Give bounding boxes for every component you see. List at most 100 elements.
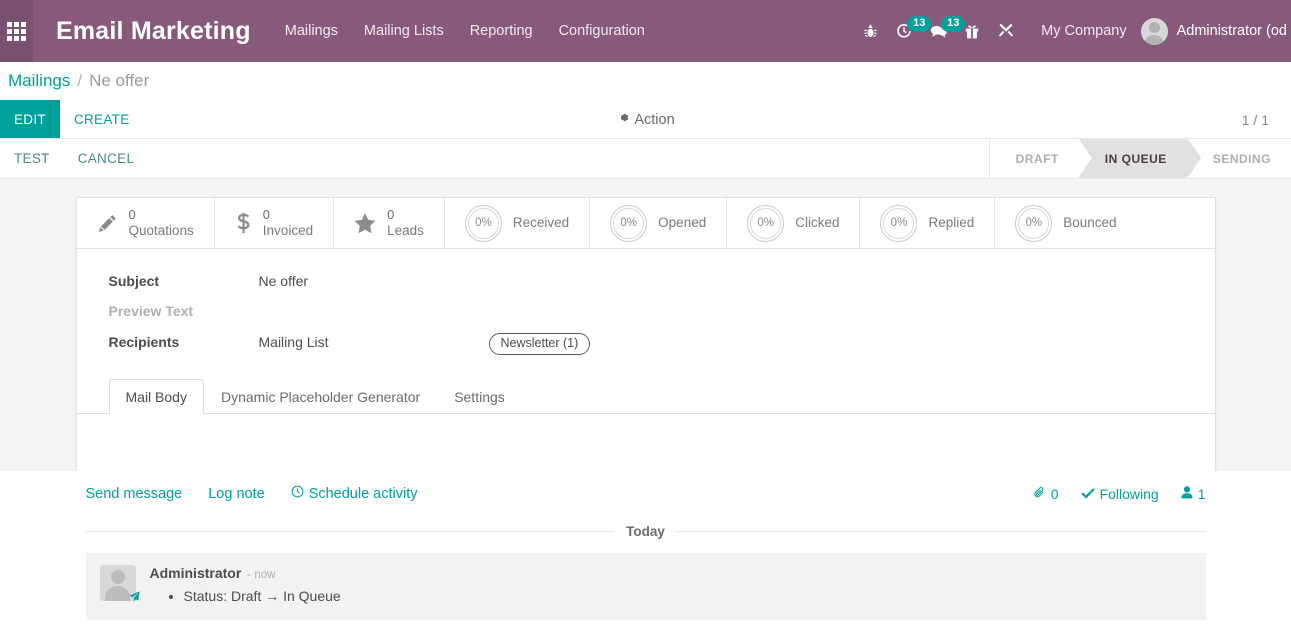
- mailing-list-tag[interactable]: Newsletter (1): [488, 333, 591, 355]
- stat-button-quotations[interactable]: 0 Quotations: [77, 198, 215, 248]
- stat-value: 0: [128, 207, 136, 223]
- stat-button-leads[interactable]: 0 Leads: [334, 198, 445, 248]
- action-menu-label: Action: [634, 111, 675, 128]
- user-menu[interactable]: Administrator (od: [1140, 17, 1291, 45]
- stat-value: 0%: [475, 217, 492, 229]
- stat-label: Clicked: [795, 215, 840, 231]
- pencil-icon: [97, 213, 118, 234]
- divider-line-left: [85, 531, 615, 532]
- status-step-in-queue[interactable]: IN QUEUE: [1078, 139, 1201, 178]
- edit-button[interactable]: EDIT: [0, 100, 60, 138]
- schedule-activity-button[interactable]: Schedule activity: [291, 485, 418, 502]
- message-author-name: Administrator - now: [149, 565, 276, 581]
- following-label: Following: [1099, 485, 1159, 502]
- user-name-label: Administrator (od: [1176, 23, 1287, 39]
- tab-dynamic-placeholder-generator[interactable]: Dynamic Placeholder Generator: [204, 379, 437, 413]
- stat-value: 0%: [1025, 217, 1043, 229]
- chatter-toolbar: Send message Log note Schedule activity …: [86, 471, 1206, 514]
- tab-panel-mail-body[interactable]: [76, 414, 1215, 474]
- stat-button-received[interactable]: 0% Received: [445, 198, 591, 248]
- followers-counter[interactable]: 1: [1181, 486, 1206, 502]
- stat-value: 0: [262, 207, 271, 223]
- action-menu[interactable]: Action: [616, 100, 675, 139]
- cancel-button[interactable]: CANCEL: [64, 139, 149, 178]
- dollar-icon: [235, 212, 252, 234]
- recipients-value[interactable]: Mailing List: [259, 334, 489, 350]
- tab-settings[interactable]: Settings: [437, 379, 522, 413]
- gift-icon[interactable]: [955, 0, 989, 62]
- grid-apps-icon: [7, 21, 26, 41]
- field-row-subject: Subject Ne offer: [109, 273, 1183, 289]
- menu-item-mailing-lists[interactable]: Mailing Lists: [364, 23, 444, 39]
- messages-chat-icon[interactable]: 13: [921, 0, 966, 62]
- attachments-counter[interactable]: 0: [1033, 486, 1059, 502]
- avatar: [1140, 17, 1168, 45]
- breadcrumb-current: Ne offer: [89, 71, 150, 90]
- attachment-count: 0: [1050, 485, 1059, 502]
- date-divider: Today: [85, 524, 1206, 539]
- stat-button-clicked[interactable]: 0% Clicked: [727, 198, 861, 248]
- create-button[interactable]: CREATE: [60, 100, 144, 138]
- tools-wrench-icon[interactable]: [989, 0, 1023, 62]
- status-step-sending[interactable]: SENDING: [1186, 139, 1291, 178]
- stat-button-replied[interactable]: 0% Replied: [860, 198, 996, 248]
- menu-item-reporting[interactable]: Reporting: [470, 23, 533, 39]
- stat-button-opened[interactable]: 0% Opened: [590, 198, 728, 248]
- message-author-avatar: [99, 565, 140, 602]
- test-button[interactable]: TEST: [0, 139, 64, 178]
- apps-menu-toggle[interactable]: [0, 0, 33, 62]
- stat-value: 0: [387, 207, 395, 223]
- followers-count: 1: [1197, 485, 1206, 502]
- status-step-draft[interactable]: DRAFT: [989, 139, 1093, 178]
- paper-plane-icon: [128, 591, 140, 604]
- stat-label: Quotations: [128, 222, 194, 238]
- stat-label: Leads: [387, 222, 424, 238]
- company-switcher[interactable]: My Company: [1041, 23, 1126, 39]
- form-sheet: 0 Quotations 0 Invoiced 0 Leads 0% Recei…: [75, 197, 1216, 475]
- breadcrumb: Mailings / Ne offer: [0, 62, 1291, 100]
- stat-button-bounced[interactable]: 0% Bounced: [995, 198, 1136, 248]
- status-action-row: TEST CANCEL DRAFT IN QUEUE SENDING: [0, 139, 1291, 179]
- breadcrumb-root-link[interactable]: Mailings: [8, 71, 70, 91]
- menu-item-configuration[interactable]: Configuration: [559, 23, 645, 39]
- breadcrumb-separator: /: [77, 71, 83, 90]
- stat-label: Opened: [658, 215, 707, 231]
- date-divider-label: Today: [626, 524, 665, 539]
- form-fields: Subject Ne offer Preview Text Recipients…: [77, 249, 1215, 355]
- form-sheet-background: 0 Quotations 0 Invoiced 0 Leads 0% Recei…: [0, 179, 1291, 475]
- message-timestamp: - now: [247, 569, 276, 581]
- main-menu: Mailings Mailing Lists Reporting Configu…: [285, 23, 645, 39]
- menu-item-mailings[interactable]: Mailings: [285, 23, 338, 39]
- stat-label: Replied: [928, 215, 975, 231]
- stat-label: Received: [512, 215, 570, 231]
- following-toggle[interactable]: Following: [1080, 485, 1159, 502]
- message-line: Status: Draft → In Queue: [184, 588, 1192, 604]
- stat-label: Bounced: [1063, 215, 1117, 231]
- percent-ring-icon: 0%: [610, 204, 648, 242]
- gear-icon: [616, 111, 629, 128]
- subject-value[interactable]: Ne offer: [259, 273, 489, 289]
- user-icon: [1181, 485, 1193, 502]
- chatter-message: Administrator- now Status: Draft → In Qu…: [85, 553, 1206, 620]
- navbar-systray: 13 13 My Company Administrator (od: [853, 0, 1291, 62]
- schedule-activity-label: Schedule activity: [308, 485, 418, 502]
- field-row-preview-text: Preview Text: [109, 303, 1183, 319]
- stat-value: 0%: [620, 217, 637, 229]
- log-note-button[interactable]: Log note: [208, 486, 264, 502]
- tab-mail-body[interactable]: Mail Body: [108, 379, 204, 414]
- pager[interactable]: 1 / 1: [1242, 100, 1269, 139]
- stat-button-invoiced[interactable]: 0 Invoiced: [215, 198, 335, 248]
- chatter-meta: 0 Following 1: [1033, 486, 1206, 502]
- message-content: Status: Draft → In Queue: [184, 588, 1192, 604]
- chatter: Send message Log note Schedule activity …: [0, 471, 1291, 620]
- activity-clock-icon[interactable]: 13: [887, 0, 932, 62]
- stat-value: 0%: [890, 217, 908, 229]
- divider-line-right: [676, 531, 1206, 532]
- paperclip-icon: [1033, 486, 1046, 502]
- field-row-recipients: Recipients Mailing List Newsletter (1): [109, 333, 1183, 355]
- notebook-tabs: Mail Body Dynamic Placeholder Generator …: [76, 379, 1215, 414]
- percent-ring-icon: 0%: [1015, 204, 1053, 242]
- stat-button-box: 0 Quotations 0 Invoiced 0 Leads 0% Recei…: [76, 198, 1215, 249]
- bug-icon[interactable]: [853, 0, 887, 62]
- send-message-button[interactable]: Send message: [86, 486, 183, 502]
